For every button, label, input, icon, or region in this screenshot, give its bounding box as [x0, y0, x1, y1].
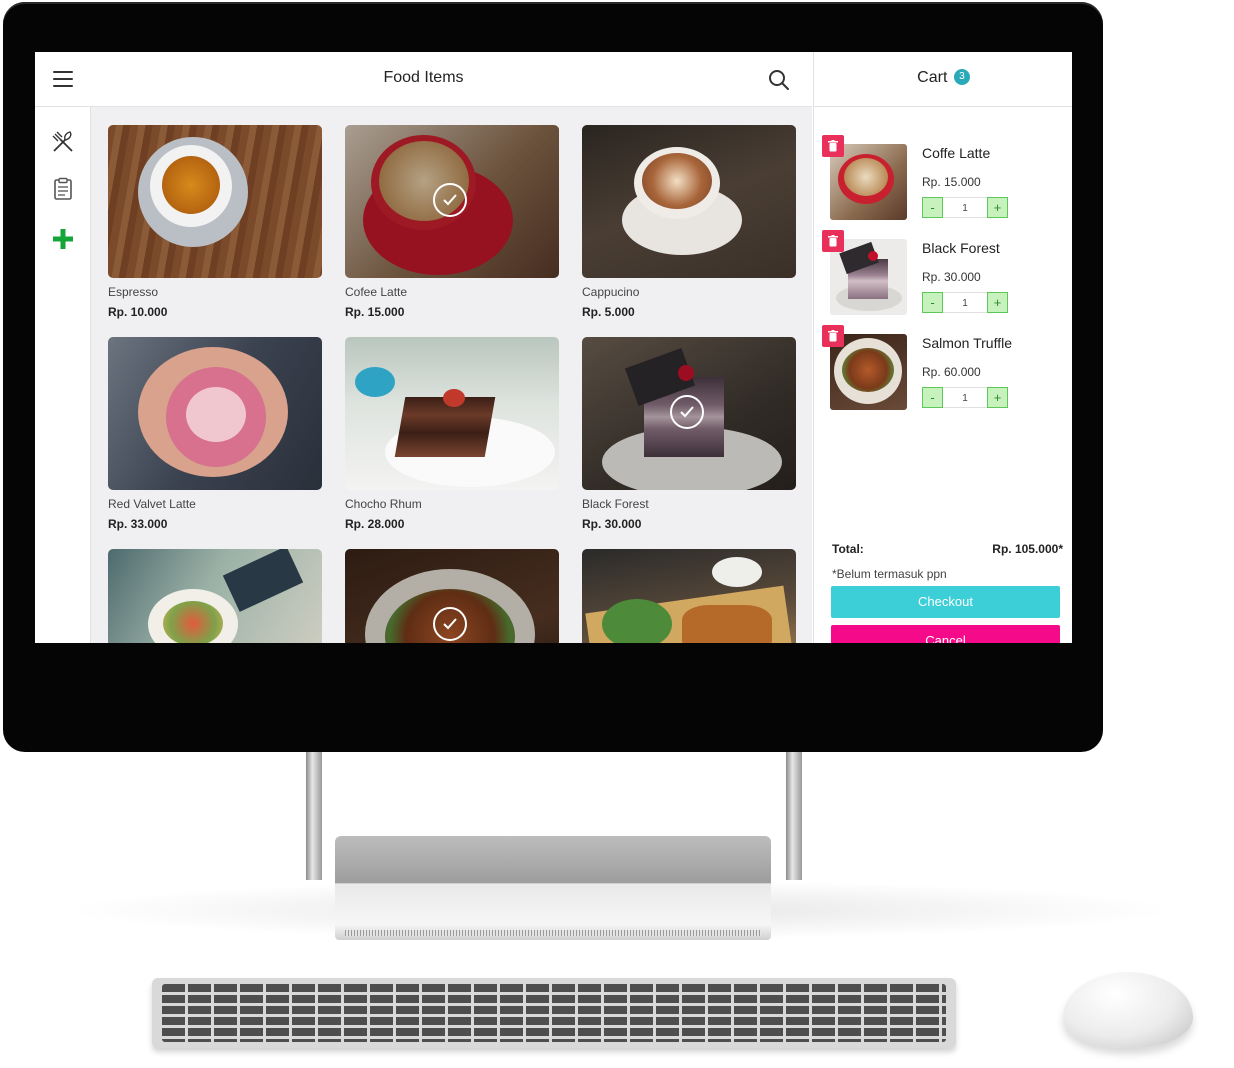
product-image [582, 337, 796, 490]
cart-header: Cart 3 [813, 52, 1072, 107]
tax-note: *Belum termasuk ppn [832, 567, 947, 581]
app-screen: Food Items Cart 3 Espresso Rp. 10.000 Co… [35, 52, 1072, 643]
product-price: Rp. 5.000 [582, 305, 635, 319]
page-title: Food Items [383, 69, 464, 86]
cart-item-price: Rp. 30.000 [922, 270, 981, 284]
total-value: Rp. 105.000* [992, 542, 1063, 556]
quantity-stepper: - 1 + [922, 292, 1008, 314]
clipboard-icon[interactable] [51, 177, 75, 201]
product-price: Rp. 30.000 [582, 517, 642, 531]
trash-icon[interactable] [822, 135, 844, 157]
cart-item-name: Black Forest [922, 240, 1000, 256]
product-name: Red Valvet Latte [108, 497, 196, 511]
trash-icon[interactable] [822, 325, 844, 347]
cart-item-price: Rp. 15.000 [922, 175, 981, 189]
product-image [108, 337, 322, 490]
trash-icon[interactable] [822, 230, 844, 252]
quantity-stepper: - 1 + [922, 387, 1008, 409]
monitor-stand-base [335, 836, 771, 940]
product-name: Cappucino [582, 285, 640, 299]
total-label: Total: [832, 542, 864, 556]
product-card[interactable] [345, 549, 559, 643]
product-image [108, 125, 322, 278]
decrement-button[interactable]: - [922, 292, 943, 313]
product-card[interactable]: Chocho Rhum Rp. 28.000 [345, 337, 559, 531]
product-price: Rp. 33.000 [108, 517, 168, 531]
product-image [108, 549, 322, 643]
quantity-stepper: - 1 + [922, 197, 1008, 219]
utensils-icon[interactable] [51, 130, 75, 154]
decrement-button[interactable]: - [922, 197, 943, 218]
cart-item-price: Rp. 60.000 [922, 365, 981, 379]
top-bar: Food Items [35, 52, 812, 107]
cancel-button[interactable]: Cancel [831, 625, 1060, 643]
cart-item: Salmon Truffle Rp. 60.000 - 1 + [822, 325, 1060, 410]
product-price: Rp. 10.000 [108, 305, 168, 319]
product-card[interactable]: Red Valvet Latte Rp. 33.000 [108, 337, 322, 531]
product-name: Black Forest [582, 497, 649, 511]
product-name: Espresso [108, 285, 159, 299]
quantity-field[interactable]: 1 [943, 292, 987, 313]
quantity-field[interactable]: 1 [943, 197, 987, 218]
cart-item: Coffe Latte Rp. 15.000 - 1 + [822, 135, 1060, 220]
selected-check-icon [433, 607, 467, 641]
product-card[interactable] [582, 549, 796, 643]
product-image [582, 549, 796, 643]
selected-check-icon [433, 183, 467, 217]
sidebar [35, 107, 91, 643]
product-card[interactable]: Black Forest Rp. 30.000 [582, 337, 796, 531]
mouse [1063, 972, 1193, 1048]
cart-item-name: Coffe Latte [922, 145, 991, 161]
cart-title: Cart [917, 69, 948, 86]
product-name: Cofee Latte [345, 285, 408, 299]
product-name: Chocho Rhum [345, 497, 422, 511]
increment-button[interactable]: + [987, 292, 1008, 313]
product-card[interactable]: Cofee Latte Rp. 15.000 [345, 125, 559, 319]
search-icon[interactable] [768, 69, 790, 91]
product-card[interactable]: Espresso Rp. 10.000 [108, 125, 322, 319]
product-image [345, 125, 559, 278]
cart-item: Black Forest Rp. 30.000 - 1 + [822, 230, 1060, 315]
cart-item-name: Salmon Truffle [922, 335, 1013, 351]
decrement-button[interactable]: - [922, 387, 943, 408]
plus-icon[interactable] [51, 227, 75, 251]
product-card[interactable] [108, 549, 322, 643]
increment-button[interactable]: + [987, 197, 1008, 218]
cart-panel: Coffe Latte Rp. 15.000 - 1 + Black Fores… [813, 107, 1072, 643]
increment-button[interactable]: + [987, 387, 1008, 408]
product-image [582, 125, 796, 278]
cart-count-badge: 3 [953, 68, 970, 85]
product-card[interactable]: Cappucino Rp. 5.000 [582, 125, 796, 319]
product-image [345, 549, 559, 643]
product-price: Rp. 15.000 [345, 305, 405, 319]
keyboard [152, 978, 956, 1048]
quantity-field[interactable]: 1 [943, 387, 987, 408]
checkout-button[interactable]: Checkout [831, 586, 1060, 618]
product-price: Rp. 28.000 [345, 517, 405, 531]
product-image [345, 337, 559, 490]
product-grid: Espresso Rp. 10.000 Cofee Latte Rp. 15.0… [91, 107, 812, 643]
selected-check-icon [670, 395, 704, 429]
